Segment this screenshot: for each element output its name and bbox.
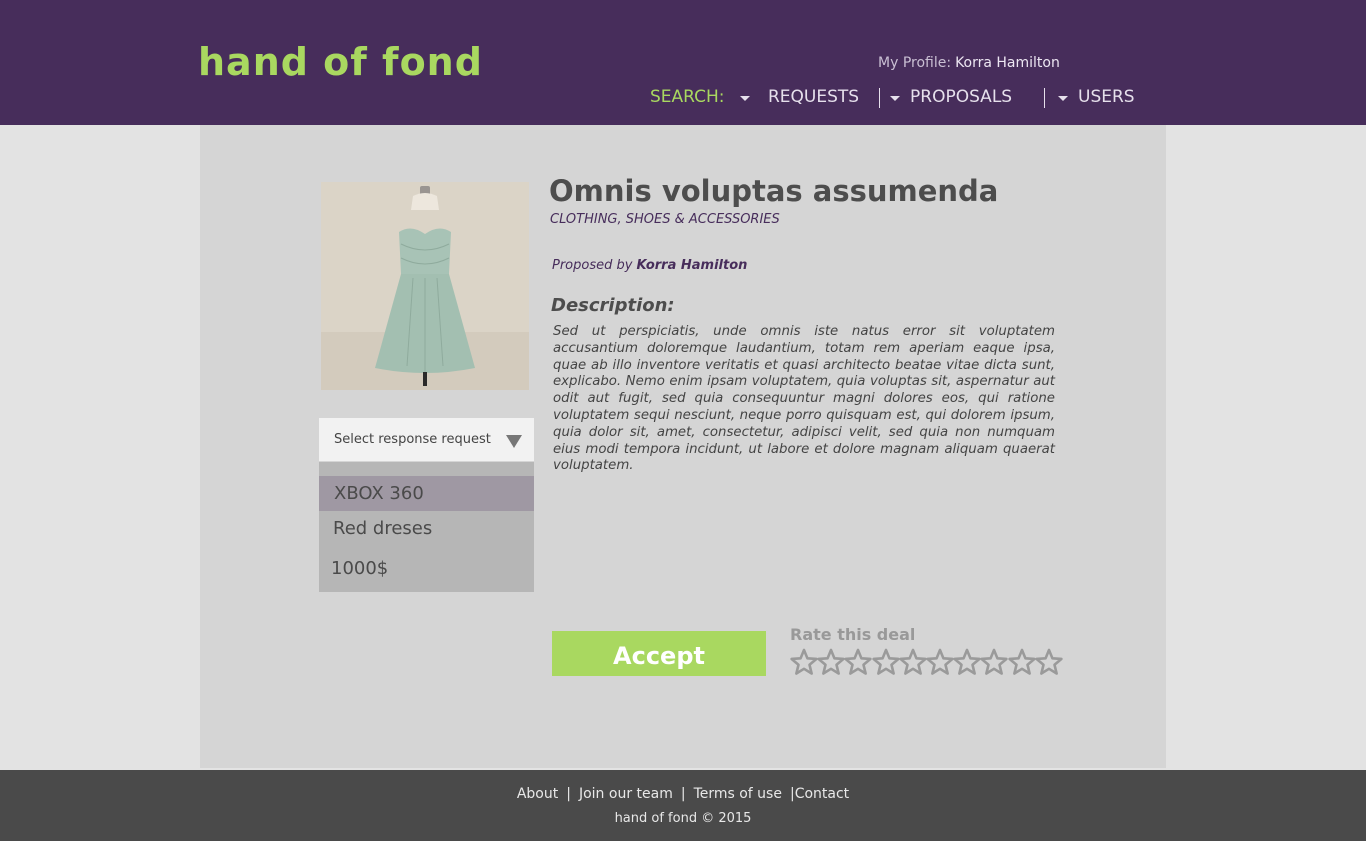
accept-button[interactable]: Accept <box>552 631 766 676</box>
caret-down-icon[interactable] <box>1058 96 1068 101</box>
response-request-select[interactable]: Select response request <box>319 418 534 461</box>
response-options-list: XBOX 360 Red dreses 1000$ <box>319 462 534 592</box>
star-icon[interactable] <box>843 648 873 678</box>
star-icon[interactable] <box>1007 648 1037 678</box>
site-footer: About | Join our team | Terms of use |Contact… <box>0 770 1366 841</box>
description-label: Description: <box>551 295 675 316</box>
star-icon[interactable] <box>1034 648 1064 678</box>
footer-link-contact[interactable]: Contact <box>795 786 849 802</box>
caret-down-icon[interactable] <box>890 96 900 101</box>
star-icon[interactable] <box>789 648 819 678</box>
profile-link[interactable]: My Profile: Korra Hamilton <box>878 55 1060 71</box>
proposer-name[interactable]: Korra Hamilton <box>636 258 747 273</box>
star-icon[interactable] <box>816 648 846 678</box>
dress-image <box>321 182 529 390</box>
rating-stars <box>789 648 1064 678</box>
star-icon[interactable] <box>979 648 1009 678</box>
proposed-by-label: Proposed by <box>552 258 633 273</box>
proposed-by: Proposed by Korra Hamilton <box>552 258 747 273</box>
nav-search-label: SEARCH: <box>650 87 725 107</box>
star-icon[interactable] <box>871 648 901 678</box>
response-option[interactable]: Red dreses <box>319 518 534 539</box>
footer-link-terms[interactable]: Terms of use <box>694 786 782 802</box>
description-text: Sed ut perspiciatis, unde omnis iste nat… <box>553 324 1055 474</box>
nav-proposals[interactable]: PROPOSALS <box>910 87 1012 109</box>
copyright: hand of fond © 2015 <box>614 811 752 826</box>
footer-link-about[interactable]: About <box>517 786 558 802</box>
footer-link-join[interactable]: Join our team <box>579 786 673 802</box>
profile-name[interactable]: Korra Hamilton <box>955 55 1060 71</box>
site-logo[interactable]: hand of fond <box>198 40 483 84</box>
profile-label: My Profile: <box>878 55 952 71</box>
dropdown-arrow-icon[interactable] <box>506 435 522 448</box>
response-option[interactable]: 1000$ <box>319 558 534 579</box>
product-title: Omnis voluptas assumenda <box>549 174 999 208</box>
site-header: hand of fond My Profile: Korra Hamilton S… <box>0 0 1366 125</box>
footer-separator: | <box>789 786 795 802</box>
product-category[interactable]: CLOTHING, SHOES & ACCESSORIES <box>550 212 780 227</box>
nav-divider <box>1044 88 1045 108</box>
caret-down-icon[interactable] <box>740 96 750 101</box>
response-option[interactable]: XBOX 360 <box>319 476 534 511</box>
star-icon[interactable] <box>952 648 982 678</box>
footer-separator: | <box>680 786 686 802</box>
nav-requests[interactable]: REQUESTS <box>768 87 859 109</box>
rate-label: Rate this deal <box>790 625 916 644</box>
footer-links: About | Join our team | Terms of use |Contact <box>0 786 1366 802</box>
nav-users[interactable]: USERS <box>1078 87 1135 109</box>
nav-divider <box>879 88 880 108</box>
star-icon[interactable] <box>925 648 955 678</box>
footer-separator: | <box>566 786 571 802</box>
star-icon[interactable] <box>898 648 928 678</box>
